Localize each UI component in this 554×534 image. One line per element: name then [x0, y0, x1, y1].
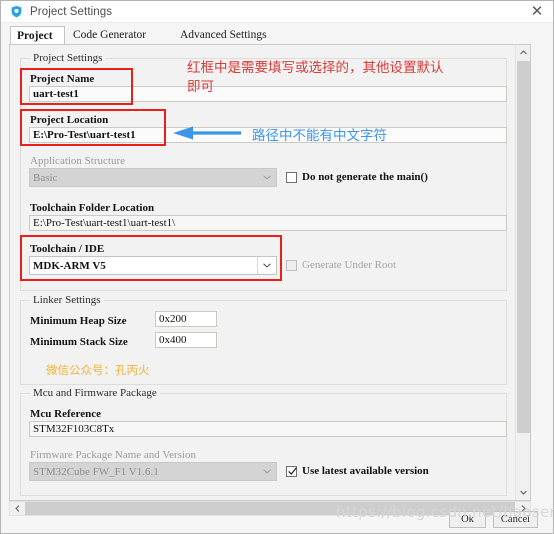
checkbox-checked-icon	[286, 465, 297, 477]
project-location-label: Project Location	[30, 114, 109, 126]
application-structure-value: Basic	[33, 172, 58, 184]
toolchain-folder-location-label: Toolchain Folder Location	[30, 202, 155, 214]
wechat-watermark: 微信公众号：孔丙火	[46, 363, 150, 377]
close-icon[interactable]: ✕	[529, 4, 545, 20]
scroll-down-icon[interactable]	[516, 485, 530, 500]
toolchain-ide-label: Toolchain / IDE	[30, 243, 105, 255]
tab-advanced-settings[interactable]: Advanced Settings	[174, 26, 273, 45]
project-settings-dialog: Project Settings ✕ Project Code Generato…	[0, 0, 554, 534]
firmware-package-value: STM32Cube FW_F1 V1.6.1	[33, 466, 159, 478]
minimum-stack-size-input[interactable]: 0x400	[155, 332, 217, 348]
use-latest-version-label: Use latest available version	[302, 465, 429, 477]
firmware-package-select[interactable]: STM32Cube FW_F1 V1.6.1	[29, 462, 277, 481]
generate-under-root-label: Generate Under Root	[302, 259, 397, 271]
minimum-stack-size-label: Minimum Stack Size	[30, 336, 128, 348]
mcu-firmware-group-title: Mcu and Firmware Package	[30, 387, 160, 399]
tab-bar: Project Code Generator Advanced Settings	[9, 26, 531, 45]
blue-annotation-text: 路径中不能有中文字符	[252, 128, 387, 144]
titlebar: Project Settings ✕	[1, 1, 553, 23]
left-arrow-icon	[173, 126, 241, 140]
screenshot-root: Project Settings ✕ Project Code Generato…	[0, 0, 554, 534]
tab-project[interactable]: Project	[10, 26, 65, 45]
toolchain-folder-location-input[interactable]: E:\Pro-Test\uart-test1\uart-test1\	[29, 215, 507, 231]
minimum-heap-size-label: Minimum Heap Size	[30, 315, 127, 327]
stm32cubemx-shield-icon	[11, 5, 22, 18]
scroll-left-icon[interactable]	[10, 502, 24, 515]
do-not-generate-main-label: Do not generate the main()	[302, 171, 428, 183]
scroll-up-icon[interactable]	[516, 45, 530, 60]
settings-scroll-pane: Project Settings Project Name uart-test1…	[9, 44, 531, 501]
mcu-reference-input[interactable]: STM32F103C8Tx	[29, 421, 507, 437]
linker-settings-group-title: Linker Settings	[30, 294, 104, 306]
settings-content: Project Settings Project Name uart-test1…	[10, 45, 517, 500]
checkbox-box-icon	[286, 171, 297, 183]
chevron-down-icon	[258, 463, 276, 480]
minimum-heap-size-input[interactable]: 0x200	[155, 311, 217, 327]
cancel-button[interactable]: Cancel	[493, 511, 538, 528]
toolchain-ide-select[interactable]: MDK-ARM V5	[29, 256, 277, 275]
toolchain-ide-value: MDK-ARM V5	[33, 260, 106, 272]
mcu-reference-label: Mcu Reference	[30, 408, 101, 420]
horizontal-scroll-thumb[interactable]	[25, 502, 515, 515]
checkbox-box-icon	[286, 259, 297, 271]
vertical-scroll-thumb[interactable]	[517, 61, 530, 433]
project-settings-group-title: Project Settings	[30, 52, 106, 64]
red-annotation-text: 红框中是需要填写或选择的，其他设置默认 即可	[187, 60, 444, 95]
chevron-down-icon	[258, 169, 276, 186]
application-structure-label: Application Structure	[30, 155, 126, 167]
firmware-package-label: Firmware Package Name and Version	[30, 449, 196, 461]
chevron-down-icon	[257, 257, 276, 274]
window-title: Project Settings	[30, 5, 113, 18]
ok-button[interactable]: Ok	[449, 511, 486, 528]
generate-under-root-checkbox[interactable]: Generate Under Root	[286, 259, 396, 271]
vertical-scrollbar[interactable]	[515, 45, 530, 500]
project-name-label: Project Name	[30, 73, 95, 85]
tab-code-generator[interactable]: Code Generator	[67, 26, 152, 45]
use-latest-version-checkbox[interactable]: Use latest available version	[286, 465, 429, 477]
do-not-generate-main-checkbox[interactable]: Do not generate the main()	[286, 171, 428, 183]
application-structure-select[interactable]: Basic	[29, 168, 277, 187]
